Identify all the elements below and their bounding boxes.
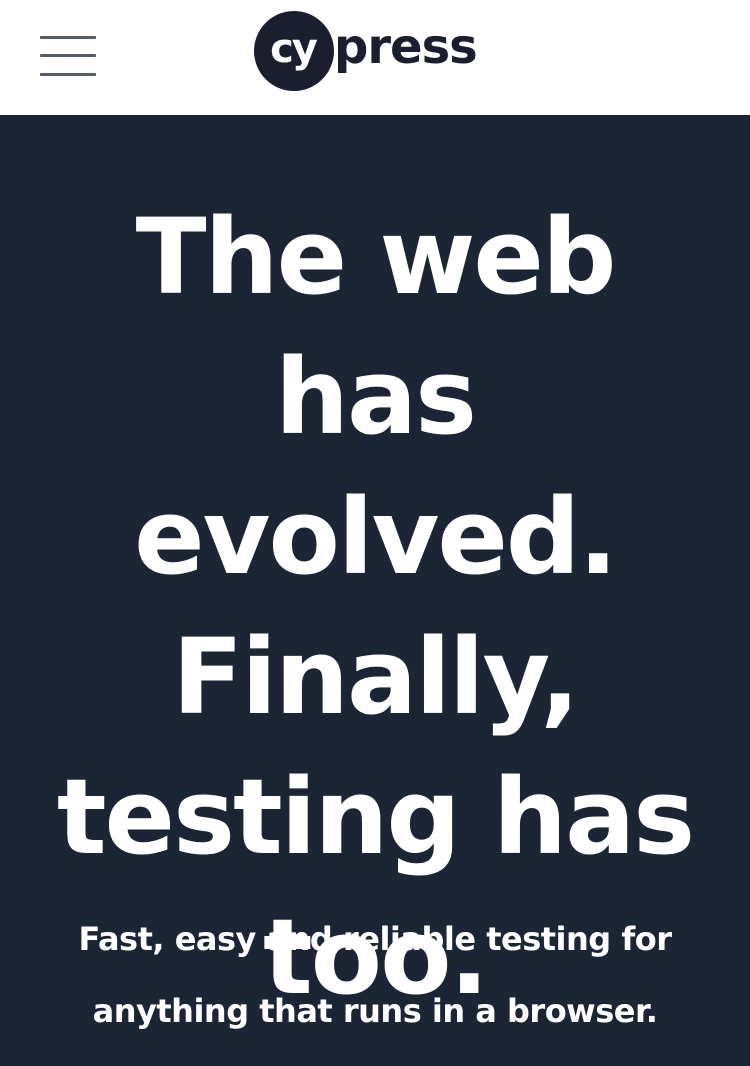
menu-bar-top [40, 36, 96, 39]
menu-bar-middle [40, 54, 96, 57]
hamburger-menu-icon[interactable] [40, 36, 96, 78]
logo-wordmark: press [334, 19, 478, 75]
logo-badge: cy [254, 11, 334, 91]
cypress-logo[interactable]: cy press [254, 10, 514, 92]
hero-title: The web has evolved. Finally, testing ha… [56, 196, 695, 1018]
hero-section: The web has evolved. Finally, testing ha… [0, 115, 750, 1066]
logo-badge-text: cy [270, 26, 318, 72]
menu-bar-bottom [40, 73, 96, 76]
hero-subtitle: Fast, easy and reliable testing for anyt… [78, 920, 672, 1030]
site-header: cy press [0, 0, 750, 115]
